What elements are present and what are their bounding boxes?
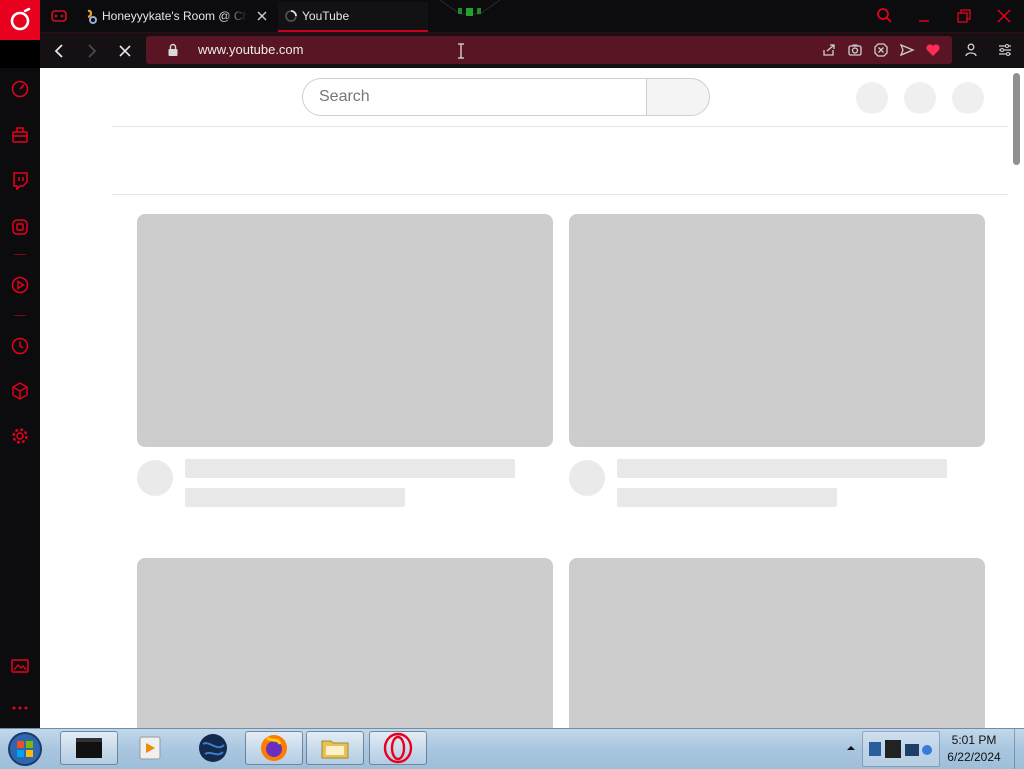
opera-gx-logo[interactable] bbox=[0, 0, 40, 40]
media-player-icon bbox=[139, 736, 161, 760]
minimize-icon[interactable] bbox=[913, 5, 935, 27]
opera-icon bbox=[383, 732, 413, 764]
taskbar: 5:01 PM 6/22/2024 bbox=[0, 728, 1024, 769]
search-placeholder: Search bbox=[319, 88, 370, 105]
instagram-icon[interactable] bbox=[10, 217, 30, 237]
settings-icon[interactable] bbox=[10, 426, 30, 446]
search-button[interactable] bbox=[646, 78, 710, 116]
tab-chaturbate[interactable]: Honeyyykate's Room @ Ch bbox=[80, 2, 276, 30]
taskbar-terminal-app[interactable] bbox=[60, 731, 118, 765]
lock-icon[interactable] bbox=[166, 43, 180, 57]
taskbar-opera-app[interactable] bbox=[369, 731, 427, 765]
terminal-icon bbox=[76, 738, 102, 758]
extensions-icon[interactable] bbox=[10, 381, 30, 401]
tray-apps-icon bbox=[869, 740, 932, 758]
sidebar-separator bbox=[14, 315, 26, 316]
share-icon[interactable] bbox=[821, 42, 837, 58]
video-thumbnail-placeholder bbox=[569, 558, 985, 728]
player-icon[interactable] bbox=[10, 275, 30, 295]
folder-icon bbox=[321, 740, 349, 759]
speed-dial-icon[interactable] bbox=[10, 79, 30, 99]
gx-control-icon[interactable] bbox=[10, 125, 30, 145]
taskbar-media-player-app[interactable] bbox=[121, 731, 179, 765]
back-icon[interactable] bbox=[49, 41, 69, 61]
show-desktop-button[interactable] bbox=[1014, 729, 1024, 769]
gx-corner-icon[interactable] bbox=[50, 7, 68, 25]
history-icon[interactable] bbox=[10, 336, 30, 356]
navigation-bar: www.youtube.com bbox=[40, 32, 1024, 69]
stop-loading-icon[interactable] bbox=[115, 41, 135, 61]
title-placeholder bbox=[617, 459, 947, 478]
tab-youtube[interactable]: YouTube bbox=[278, 2, 428, 32]
header-placeholder-circle bbox=[856, 82, 888, 114]
globe-icon bbox=[199, 734, 227, 762]
header-placeholder-circle bbox=[904, 82, 936, 114]
restore-icon[interactable] bbox=[953, 5, 975, 27]
url-text[interactable]: www.youtube.com bbox=[198, 42, 304, 57]
taskbar-file-explorer-app[interactable] bbox=[306, 731, 364, 765]
chips-divider bbox=[112, 194, 1008, 195]
search-tabs-icon[interactable] bbox=[873, 5, 895, 27]
taskbar-globe-app[interactable] bbox=[184, 731, 242, 765]
taskbar-firefox-app[interactable] bbox=[245, 731, 303, 765]
tab-title: YouTube bbox=[302, 9, 350, 23]
send-icon[interactable] bbox=[899, 42, 915, 58]
close-window-icon[interactable] bbox=[993, 5, 1015, 27]
sidebar-separator bbox=[14, 254, 26, 255]
channel-avatar-placeholder bbox=[137, 460, 173, 496]
firefox-icon bbox=[261, 735, 287, 761]
wallpaper-icon[interactable] bbox=[10, 656, 30, 676]
tab-title: Honeyyykate's Room @ Ch bbox=[102, 9, 248, 23]
system-tray: 5:01 PM 6/22/2024 bbox=[838, 729, 1024, 769]
adblock-icon[interactable] bbox=[873, 42, 889, 58]
video-thumbnail-placeholder bbox=[137, 558, 553, 728]
clock-time[interactable]: 5:01 PM bbox=[938, 733, 1010, 747]
video-thumbnail-placeholder bbox=[569, 214, 985, 447]
clock-date[interactable]: 6/22/2024 bbox=[938, 750, 1010, 764]
meta-placeholder bbox=[185, 488, 405, 507]
account-icon[interactable] bbox=[963, 42, 979, 58]
show-hidden-icons-icon[interactable] bbox=[846, 743, 856, 753]
header-divider bbox=[112, 126, 1008, 127]
site-favicon-icon bbox=[87, 9, 97, 24]
easy-setup-icon[interactable] bbox=[997, 42, 1013, 58]
sidebar bbox=[0, 68, 40, 728]
meta-placeholder bbox=[617, 488, 837, 507]
forward-icon[interactable] bbox=[82, 41, 102, 61]
address-bar[interactable]: www.youtube.com bbox=[146, 36, 952, 64]
windows-start-icon[interactable] bbox=[4, 730, 46, 768]
video-thumbnail-placeholder bbox=[137, 214, 553, 447]
tab-strip: Honeyyykate's Room @ Ch YouTube bbox=[0, 0, 1024, 40]
gx-strip-decoration bbox=[440, 0, 500, 16]
close-tab-icon[interactable] bbox=[254, 8, 270, 24]
youtube-page: Search bbox=[40, 68, 1024, 728]
more-icon[interactable] bbox=[10, 698, 30, 718]
loading-spinner-icon bbox=[285, 10, 297, 22]
title-placeholder bbox=[185, 459, 515, 478]
header-placeholder-circle bbox=[952, 82, 984, 114]
heart-icon[interactable] bbox=[925, 42, 941, 58]
search-input[interactable]: Search bbox=[302, 78, 646, 116]
snapshot-icon[interactable] bbox=[847, 42, 863, 58]
scrollbar-thumb[interactable] bbox=[1013, 73, 1020, 165]
twitch-icon[interactable] bbox=[10, 170, 30, 190]
text-cursor-icon bbox=[458, 43, 464, 59]
channel-avatar-placeholder bbox=[569, 460, 605, 496]
tray-app-button[interactable] bbox=[862, 731, 940, 767]
